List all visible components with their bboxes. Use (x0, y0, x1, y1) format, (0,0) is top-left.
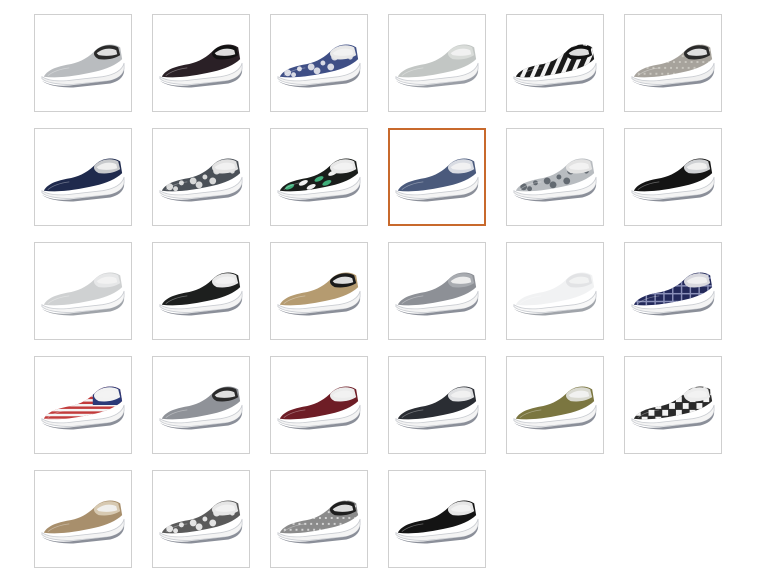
color-swatch[interactable] (388, 356, 486, 454)
color-swatch[interactable] (388, 470, 486, 568)
shoe-image (41, 272, 125, 316)
color-swatch[interactable] (270, 242, 368, 340)
shoe-image (277, 386, 361, 430)
shoe-image (513, 386, 597, 430)
color-swatch[interactable] (506, 242, 604, 340)
shoe-image (513, 44, 597, 88)
shoe-image (395, 44, 479, 88)
shoe-image (41, 44, 125, 88)
color-swatch[interactable] (152, 128, 250, 226)
color-swatch[interactable] (388, 128, 486, 226)
color-swatch[interactable] (152, 14, 250, 112)
shoe-image (41, 158, 125, 202)
shoe-image (395, 272, 479, 316)
color-swatch[interactable] (506, 128, 604, 226)
color-swatch[interactable] (506, 14, 604, 112)
color-swatch[interactable] (34, 128, 132, 226)
color-swatch[interactable] (34, 14, 132, 112)
shoe-image (395, 158, 479, 202)
color-swatch[interactable] (270, 470, 368, 568)
color-swatch-grid (34, 14, 722, 568)
color-swatch[interactable] (624, 242, 722, 340)
shoe-image (513, 272, 597, 316)
color-swatch[interactable] (34, 356, 132, 454)
shoe-image (159, 158, 243, 202)
color-swatch[interactable] (624, 128, 722, 226)
color-swatch[interactable] (270, 128, 368, 226)
color-swatch[interactable] (624, 356, 722, 454)
color-swatch[interactable] (506, 356, 604, 454)
shoe-image (159, 500, 243, 544)
color-swatch[interactable] (34, 470, 132, 568)
shoe-image (631, 158, 715, 202)
color-swatch[interactable] (34, 242, 132, 340)
color-swatch[interactable] (152, 470, 250, 568)
shoe-image (41, 500, 125, 544)
shoe-image (159, 272, 243, 316)
shoe-image (277, 158, 361, 202)
shoe-image (41, 386, 125, 430)
shoe-image (631, 386, 715, 430)
shoe-image (159, 44, 243, 88)
shoe-image (631, 272, 715, 316)
color-swatch[interactable] (270, 14, 368, 112)
color-swatch[interactable] (152, 356, 250, 454)
shoe-image (159, 386, 243, 430)
shoe-image (395, 500, 479, 544)
shoe-image (631, 44, 715, 88)
color-swatch[interactable] (388, 242, 486, 340)
shoe-image (513, 158, 597, 202)
color-swatch[interactable] (388, 14, 486, 112)
color-swatch[interactable] (270, 356, 368, 454)
shoe-image (395, 386, 479, 430)
shoe-image (277, 272, 361, 316)
shoe-image (277, 500, 361, 544)
shoe-image (277, 44, 361, 88)
color-swatch[interactable] (624, 14, 722, 112)
color-swatch[interactable] (152, 242, 250, 340)
